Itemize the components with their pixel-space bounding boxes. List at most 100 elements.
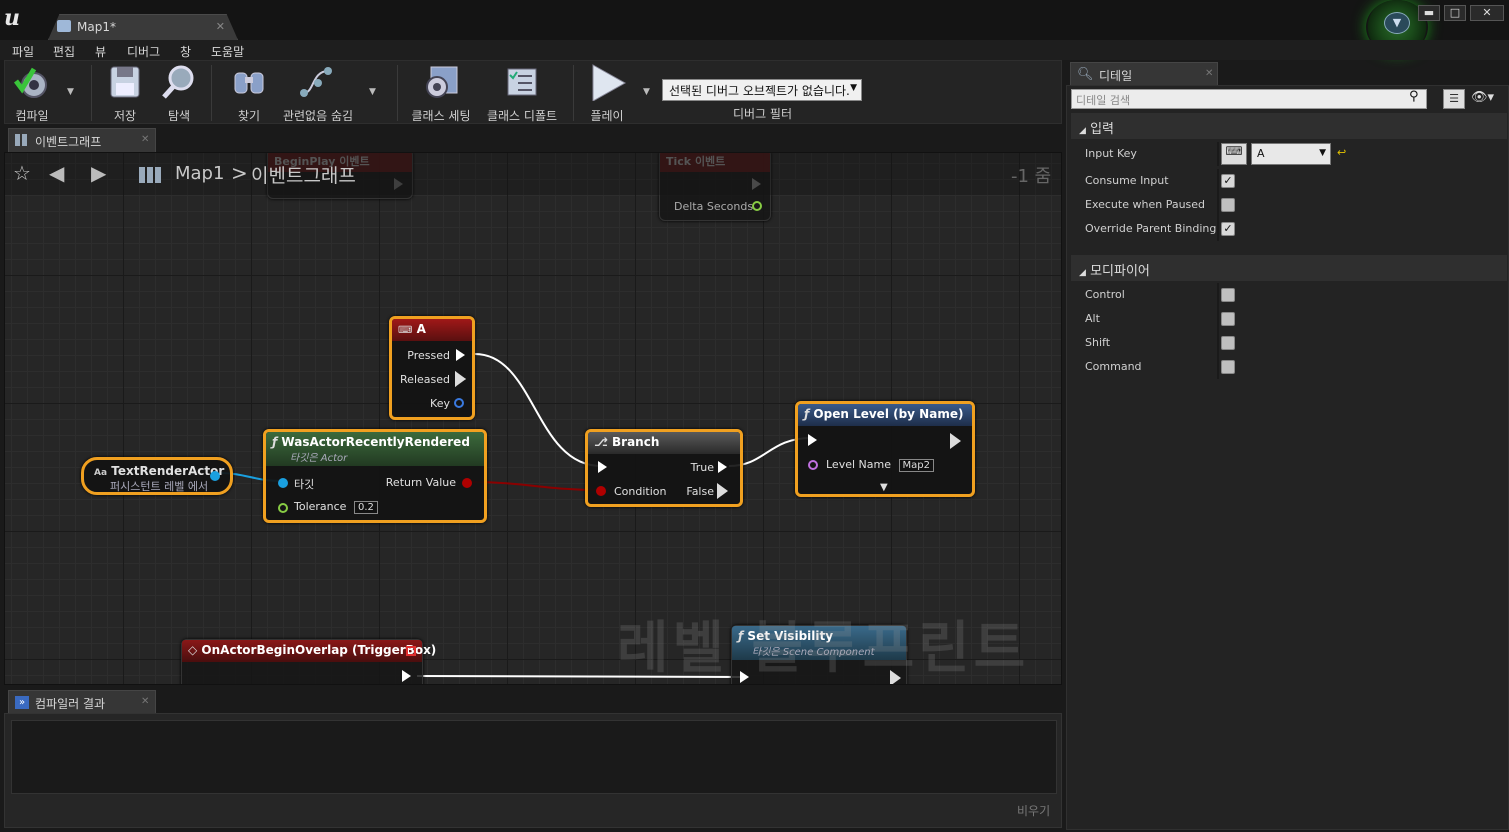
clear-button[interactable]: 비우기: [1017, 802, 1050, 819]
tab-event-graph[interactable]: 이벤트그래프 ✕: [8, 128, 156, 152]
text-render-actor-label: TextRenderActor: [111, 464, 225, 478]
toolbar-separator: [573, 65, 574, 121]
prop-consume-input: Consume Input ✓: [1071, 169, 1507, 193]
shift-checkbox[interactable]: [1221, 336, 1235, 350]
hide-unrelated-dropdown-icon[interactable]: ▼: [369, 87, 376, 97]
level-name-input[interactable]: Map2: [898, 459, 934, 472]
name-pin[interactable]: [808, 460, 818, 470]
breadcrumb-map[interactable]: Map1: [175, 163, 224, 184]
property-matrix-button[interactable]: ☰: [1443, 89, 1465, 109]
details-search-input[interactable]: 디테일 검색: [1071, 89, 1427, 109]
node-key-a[interactable]: ⌨ A Pressed Released Key: [389, 316, 475, 420]
float-pin[interactable]: [752, 201, 762, 211]
exec-in-pin[interactable]: [808, 434, 817, 446]
favorite-star-icon[interactable]: ☆: [13, 161, 31, 185]
alt-label: Alt: [1085, 312, 1100, 325]
bool-wire-return-to-condition: [470, 481, 602, 491]
consume-input-checkbox[interactable]: ✓: [1221, 174, 1235, 188]
pin-condition-label: Condition: [614, 485, 667, 498]
close-icon[interactable]: ✕: [216, 20, 225, 33]
back-arrow-icon[interactable]: ◀: [49, 161, 64, 185]
menu-help[interactable]: 도움말: [211, 43, 244, 60]
exec-false-pin[interactable]: [717, 483, 728, 499]
override-parent-binding-checkbox[interactable]: ✓: [1221, 222, 1235, 236]
compile-label: 컴파일: [15, 109, 49, 123]
node-text-render-actor[interactable]: Aa TextRenderActor 퍼시스턴트 레벨 에서: [81, 457, 233, 495]
tolerance-float-pin[interactable]: [278, 503, 288, 513]
execute-when-paused-checkbox[interactable]: [1221, 198, 1235, 212]
reset-to-default-icon[interactable]: ↩: [1337, 146, 1346, 159]
compiler-output-log[interactable]: [11, 720, 1057, 794]
exec-in-pin[interactable]: [598, 461, 607, 473]
command-checkbox[interactable]: [1221, 360, 1235, 374]
tolerance-value-input[interactable]: 0.2: [353, 501, 378, 514]
close-icon[interactable]: ✕: [141, 696, 149, 707]
column-divider: [1217, 169, 1219, 193]
find-label: 찾기: [237, 109, 261, 123]
node-on-actor-begin-overlap[interactable]: ◇ OnActorBeginOverlap (TriggerBox): [181, 639, 436, 684]
command-label: Command: [1085, 360, 1142, 373]
debug-filter-label: 디버그 필터: [733, 107, 793, 121]
maximize-button[interactable]: □: [1444, 5, 1466, 21]
tab-details[interactable]: 🔍︎ 디테일 ✕: [1070, 62, 1218, 86]
tab-compiler-results[interactable]: » 컴파일러 결과 ✕: [8, 690, 156, 714]
menu-edit[interactable]: 편집: [53, 43, 75, 60]
exec-out-pin[interactable]: [402, 670, 411, 682]
toolbar-separator: [397, 65, 398, 121]
category-input[interactable]: ◢ 입력: [1071, 113, 1507, 139]
toolbar: 컴파일 ▼ 저장 탐색 찾기 관련없음 숨김 ▼ 클래스 세팅 클래스 디폴트 …: [4, 60, 1062, 124]
compile-button[interactable]: 컴파일: [7, 63, 57, 123]
class-defaults-button[interactable]: 클래스 디폴트: [485, 63, 559, 123]
class-settings-label: 클래스 세팅: [411, 109, 471, 123]
control-checkbox[interactable]: [1221, 288, 1235, 302]
consume-input-label: Consume Input: [1085, 174, 1169, 187]
class-settings-button[interactable]: 클래스 세팅: [409, 63, 473, 123]
exec-released-pin[interactable]: [455, 371, 466, 387]
expand-arrow-icon[interactable]: ▼: [880, 482, 888, 493]
delegate-pin[interactable]: [406, 646, 416, 656]
compile-dropdown-icon[interactable]: ▼: [67, 87, 74, 97]
keyboard-icon[interactable]: ⌨: [1221, 143, 1247, 165]
menu-window[interactable]: 창: [180, 43, 191, 60]
node-was-actor-recently-rendered[interactable]: ƒ WasActorRecentlyRendered 타깃은 Actor 타깃 …: [263, 429, 487, 523]
save-button[interactable]: 저장: [103, 63, 147, 123]
pin-level-name-row: Level Name Map2: [826, 458, 934, 472]
minimize-button[interactable]: ▬: [1418, 5, 1440, 21]
play-button[interactable]: 플레이: [583, 63, 631, 123]
event-graph-canvas[interactable]: BeginPlay 이벤트 Tick 이벤트 Delta Seconds ☆ ◀…: [4, 152, 1062, 685]
close-icon[interactable]: ✕: [1205, 68, 1213, 79]
exec-out-pin[interactable]: [950, 433, 961, 449]
branch-icon: ⎇: [594, 435, 608, 449]
condition-bool-pin[interactable]: [596, 486, 606, 496]
node-branch[interactable]: ⎇ Branch True Condition False: [585, 429, 743, 507]
play-label: 플레이: [590, 109, 624, 123]
target-object-pin[interactable]: [278, 478, 288, 488]
find-button[interactable]: 찾기: [227, 63, 271, 123]
tutorial-cap-icon[interactable]: ▼: [1384, 12, 1410, 34]
browse-button[interactable]: 탐색: [157, 63, 201, 123]
node-open-level[interactable]: ƒ Open Level (by Name) Level Name Map2 ▼: [795, 401, 975, 497]
object-out-pin[interactable]: [210, 471, 220, 481]
exec-pressed-pin[interactable]: [456, 349, 465, 361]
menu-file[interactable]: 파일: [12, 43, 34, 60]
breadcrumb-graph[interactable]: 이벤트그래프: [251, 161, 356, 188]
key-struct-pin[interactable]: [454, 398, 464, 408]
debug-object-select[interactable]: 선택된 디버그 오브젝트가 없습니다. ▼: [662, 79, 862, 101]
graph-tab-label: 이벤트그래프: [35, 135, 102, 149]
close-icon[interactable]: ✕: [141, 134, 149, 145]
return-bool-pin[interactable]: [462, 478, 472, 488]
node-was-rendered-subtitle: 타깃은 Actor: [290, 453, 348, 464]
input-key-select[interactable]: A ▼: [1251, 143, 1331, 165]
close-window-button[interactable]: ✕: [1470, 5, 1504, 21]
play-dropdown-icon[interactable]: ▼: [643, 87, 650, 97]
forward-arrow-icon[interactable]: ▶: [91, 161, 106, 185]
hide-unrelated-button[interactable]: 관련없음 숨김: [281, 63, 355, 123]
menu-view[interactable]: 뷰: [95, 43, 106, 60]
pin-tolerance-row: Tolerance 0.2: [294, 500, 378, 514]
visibility-eye-icon[interactable]: 👁︎▾: [1471, 90, 1494, 105]
menu-debug[interactable]: 디버그: [127, 43, 160, 60]
exec-true-pin[interactable]: [718, 461, 727, 473]
document-tab[interactable]: Map1* ✕: [48, 14, 238, 40]
category-modifier[interactable]: ◢ 모디파이어: [1071, 255, 1507, 281]
alt-checkbox[interactable]: [1221, 312, 1235, 326]
